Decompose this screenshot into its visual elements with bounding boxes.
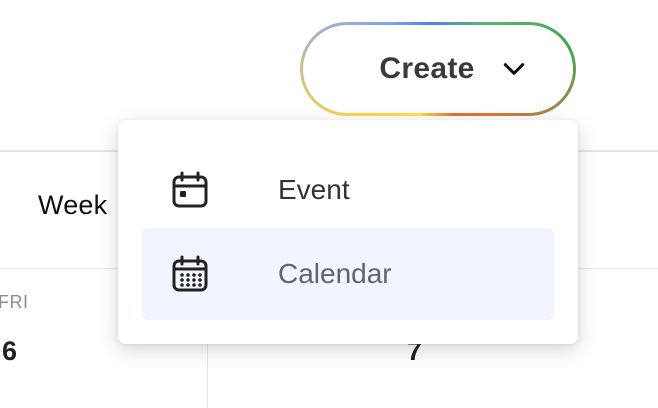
create-button-label: Create [379,52,475,85]
day-name-fri: FRI [0,292,29,312]
calendar-icon [170,170,210,210]
menu-item-event-label: Event [278,174,350,205]
menu-item-calendar-label: Calendar [278,258,392,289]
create-button[interactable]: Create [300,22,576,116]
chevron-down-icon [501,56,527,82]
menu-item-event[interactable]: Event [142,144,554,236]
day-number-6[interactable]: 6 [2,336,17,367]
menu-item-calendar[interactable]: Calendar [142,228,554,320]
create-dropdown-menu: Event Calendar [118,120,578,344]
create-button-inner: Create [303,25,573,113]
calendar-page: Week FRI 6 7 Create Event Calendar [0,0,658,408]
calendar-grid-icon [170,254,210,294]
view-week-button[interactable]: Week [38,190,107,221]
